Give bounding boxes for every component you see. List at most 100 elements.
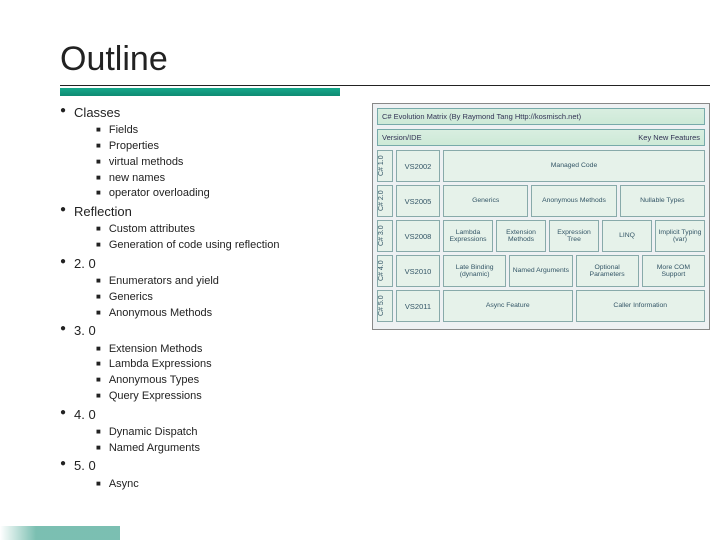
square-bullet-icon: ■ [96, 292, 101, 306]
outline-item: ■ Fields [60, 123, 360, 139]
matrix-row: C# 1.0VS2002Managed Code [377, 150, 705, 182]
outline-item: ■ Generation of code using reflection [60, 238, 360, 254]
bullet-icon: ● [60, 407, 66, 423]
outline-item: ■ Named Arguments [60, 441, 360, 457]
feature-cell: Named Arguments [509, 255, 572, 287]
square-bullet-icon: ■ [96, 443, 101, 457]
outline-section: ● Classes [60, 103, 360, 123]
outline-item: ■ Properties [60, 139, 360, 155]
version-cell: C# 2.0 [377, 185, 393, 217]
version-cell: C# 4.0 [377, 255, 393, 287]
feature-cell: Implicit Typing (var) [655, 220, 705, 252]
square-bullet-icon: ■ [96, 141, 101, 155]
version-cell: C# 1.0 [377, 150, 393, 182]
square-bullet-icon: ■ [96, 427, 101, 441]
item-label: Extension Methods [109, 343, 203, 357]
bullet-icon: ● [60, 458, 66, 474]
outline-item: ■ operator overloading [60, 186, 360, 202]
item-label: Named Arguments [109, 442, 200, 456]
section-label: 4. 0 [74, 407, 96, 423]
square-bullet-icon: ■ [96, 224, 101, 238]
section-label: 2. 0 [74, 256, 96, 272]
slide-title: Outline [60, 40, 710, 79]
item-label: Anonymous Methods [109, 307, 212, 321]
feature-cell: More COM Support [642, 255, 705, 287]
item-label: virtual methods [109, 156, 184, 170]
matrix-col-right: Key New Features [638, 133, 700, 142]
feature-cell: LINQ [602, 220, 652, 252]
footer-accent [0, 526, 120, 540]
square-bullet-icon: ■ [96, 188, 101, 202]
title-underline [60, 83, 710, 97]
section-label: 3. 0 [74, 323, 96, 339]
matrix-title: C# Evolution Matrix (By Raymond Tang Htt… [382, 112, 581, 121]
feature-cell: Async Feature [443, 290, 573, 322]
feature-cell: Managed Code [443, 150, 705, 182]
outline-list: ● Classes ■ Fields ■ Properties ■ virtual metho… [60, 103, 360, 492]
bullet-icon: ● [60, 204, 66, 220]
item-label: new names [109, 172, 165, 186]
outline-section: ● Reflection [60, 202, 360, 222]
square-bullet-icon: ■ [96, 276, 101, 290]
item-label: Lambda Expressions [109, 358, 212, 372]
feature-cell: Expression Tree [549, 220, 599, 252]
square-bullet-icon: ■ [96, 308, 101, 322]
outline-item: ■ Extension Methods [60, 342, 360, 358]
ide-cell: VS2002 [396, 150, 440, 182]
matrix-row: C# 4.0VS2010Late Binding (dynamic)Named … [377, 255, 705, 287]
square-bullet-icon: ■ [96, 344, 101, 358]
feature-cell: Late Binding (dynamic) [443, 255, 506, 287]
feature-cell: Caller Information [576, 290, 706, 322]
bullet-icon: ● [60, 256, 66, 272]
item-label: Fields [109, 124, 138, 138]
square-bullet-icon: ■ [96, 125, 101, 139]
outline-item: ■ Lambda Expressions [60, 357, 360, 373]
outline-item: ■Anonymous Types [60, 373, 360, 389]
version-cell: C# 3.0 [377, 220, 393, 252]
square-bullet-icon: ■ [96, 391, 101, 405]
item-label: Generics [109, 291, 153, 305]
item-label: Custom attributes [109, 223, 195, 237]
feature-cell: Anonymous Methods [531, 185, 616, 217]
item-label: Properties [109, 140, 159, 154]
outline-item: ■ virtual methods [60, 155, 360, 171]
square-bullet-icon: ■ [96, 240, 101, 254]
item-label: Generation of code using reflection [109, 239, 280, 253]
feature-cell: Optional Parameters [576, 255, 639, 287]
item-label: Async [109, 478, 139, 492]
ide-cell: VS2010 [396, 255, 440, 287]
outline-section: ● 5. 0 [60, 456, 360, 476]
feature-cell: Extension Methods [496, 220, 546, 252]
outline-section: ● 2. 0 [60, 254, 360, 274]
outline-item: ■ Custom attributes [60, 222, 360, 238]
item-label: Dynamic Dispatch [109, 426, 198, 440]
square-bullet-icon: ■ [96, 359, 101, 373]
item-label: Enumerators and yield [109, 275, 219, 289]
evolution-matrix-thumbnail: C# Evolution Matrix (By Raymond Tang Htt… [372, 103, 710, 492]
ide-cell: VS2008 [396, 220, 440, 252]
matrix-row: C# 3.0VS2008Lambda ExpressionsExtension … [377, 220, 705, 252]
item-label: operator overloading [109, 187, 210, 201]
section-label: Classes [74, 105, 120, 121]
matrix-row: C# 2.0VS2005GenericsAnonymous MethodsNul… [377, 185, 705, 217]
version-cell: C# 5.0 [377, 290, 393, 322]
square-bullet-icon: ■ [96, 173, 101, 187]
feature-cell: Nullable Types [620, 185, 705, 217]
feature-cell: Generics [443, 185, 528, 217]
outline-item: ■ Generics [60, 290, 360, 306]
item-label: Query Expressions [109, 390, 202, 404]
matrix-col-left: Version/IDE [382, 133, 422, 142]
ide-cell: VS2011 [396, 290, 440, 322]
section-label: Reflection [74, 204, 132, 220]
section-label: 5. 0 [74, 458, 96, 474]
bullet-icon: ● [60, 323, 66, 339]
outline-item: ■ Enumerators and yield [60, 274, 360, 290]
outline-item: ■ Dynamic Dispatch [60, 425, 360, 441]
bullet-icon: ● [60, 105, 66, 121]
square-bullet-icon: ■ [96, 479, 101, 493]
feature-cell: Lambda Expressions [443, 220, 493, 252]
ide-cell: VS2005 [396, 185, 440, 217]
square-bullet-icon: ■ [96, 157, 101, 171]
square-bullet-icon: ■ [96, 375, 101, 389]
outline-item: ■ Anonymous Methods [60, 306, 360, 322]
